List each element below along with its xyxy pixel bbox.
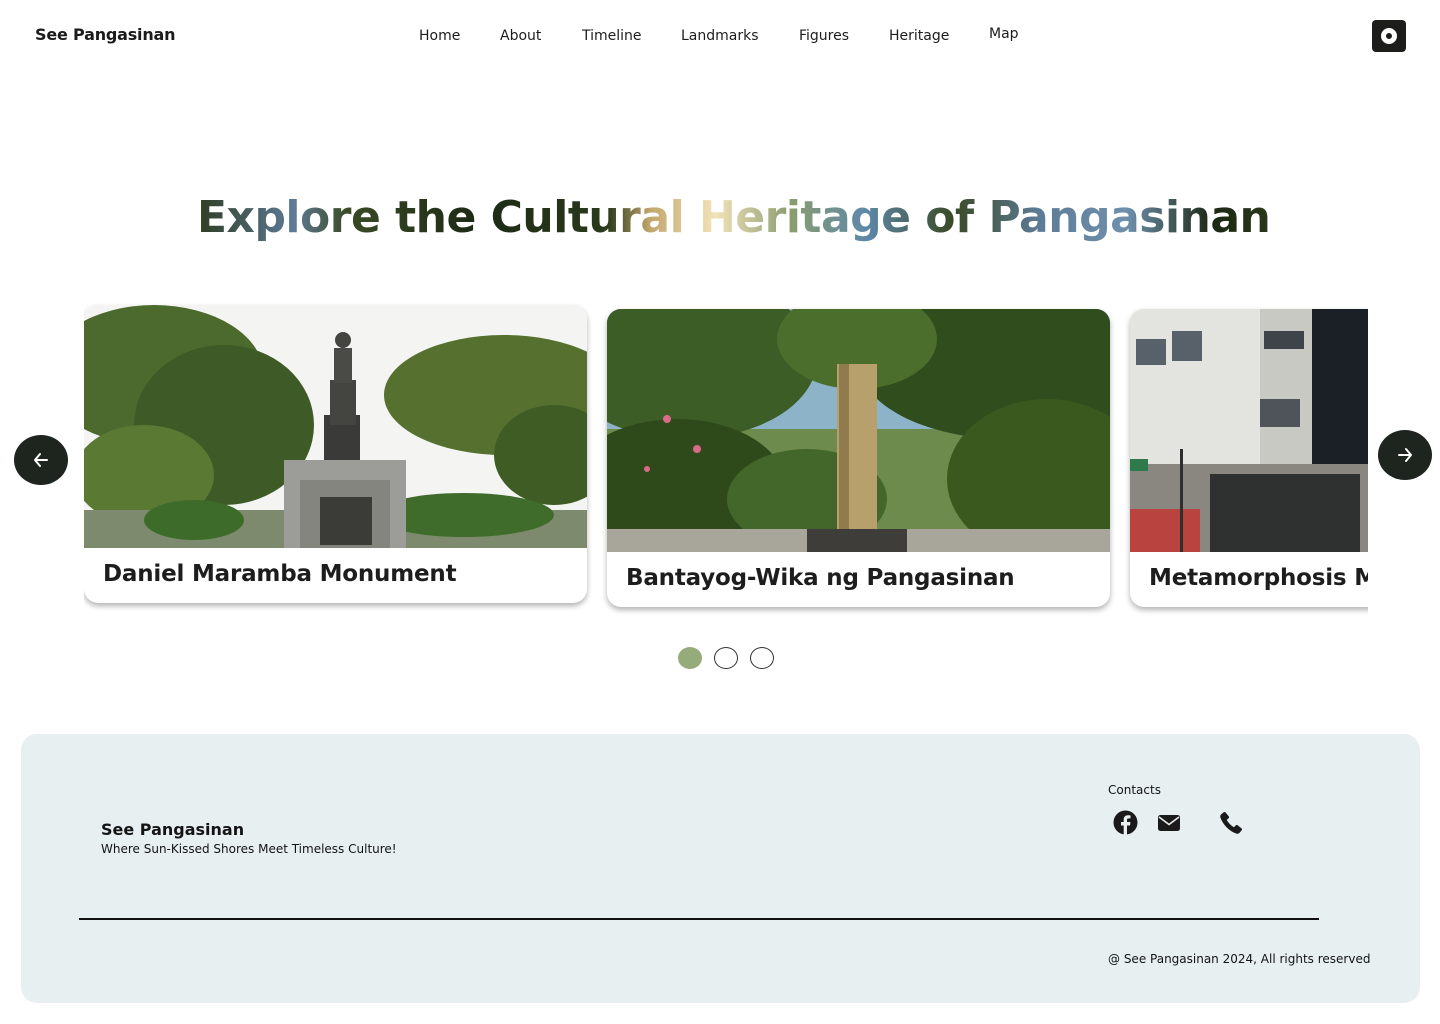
footer-brand: See Pangasinan bbox=[101, 820, 245, 839]
contacts-heading: Contacts bbox=[1108, 783, 1161, 797]
toggle-icon bbox=[1381, 28, 1397, 44]
landmark-card-title: Metamorphosis M bbox=[1149, 565, 1368, 591]
landmark-card-title: Daniel Maramba Monument bbox=[103, 561, 457, 587]
carousel-dot[interactable] bbox=[714, 647, 738, 669]
landmark-card[interactable]: Daniel Maramba Monument bbox=[84, 305, 587, 603]
footer-divider bbox=[79, 918, 1319, 920]
nav-heritage-link[interactable]: Heritage bbox=[889, 28, 949, 44]
phone-icon[interactable] bbox=[1219, 811, 1243, 839]
facebook-icon[interactable] bbox=[1113, 810, 1138, 839]
landmark-card[interactable]: Metamorphosis M bbox=[1130, 309, 1368, 607]
nav-home-link[interactable]: Home bbox=[419, 28, 460, 44]
landmark-carousel: Daniel Maramba Monument Bantayog-Wika ng… bbox=[84, 300, 1368, 620]
main-nav: Home About Timeline Landmarks Figures He… bbox=[0, 26, 1440, 48]
nav-landmarks-link[interactable]: Landmarks bbox=[681, 28, 759, 44]
carousel-prev-button[interactable] bbox=[14, 435, 68, 485]
arrow-left-icon bbox=[34, 453, 48, 467]
landmark-photo bbox=[607, 309, 1110, 552]
landmark-card-title: Bantayog-Wika ng Pangasinan bbox=[626, 565, 1015, 591]
hero-title: Explore the Cultural Heritage of Pangasi… bbox=[197, 188, 1277, 256]
arrow-right-icon bbox=[1398, 448, 1412, 462]
footer-tagline: Where Sun-Kissed Shores Meet Timeless Cu… bbox=[101, 842, 397, 856]
landmark-card[interactable]: Bantayog-Wika ng Pangasinan bbox=[607, 309, 1110, 607]
nav-timeline-link[interactable]: Timeline bbox=[582, 28, 642, 44]
landmark-photo bbox=[84, 305, 587, 548]
nav-about-link[interactable]: About bbox=[500, 28, 541, 44]
nav-figures-link[interactable]: Figures bbox=[799, 28, 849, 44]
carousel-dot[interactable] bbox=[750, 647, 774, 669]
landmark-photo bbox=[1130, 309, 1368, 552]
theme-toggle-button[interactable] bbox=[1372, 20, 1406, 52]
mail-icon[interactable] bbox=[1157, 813, 1181, 837]
site-footer: See Pangasinan Where Sun-Kissed Shores M… bbox=[21, 734, 1420, 1003]
carousel-dot[interactable] bbox=[678, 647, 702, 669]
nav-map-link[interactable]: Map bbox=[989, 26, 1019, 42]
copyright-text: @ See Pangasinan 2024, All rights reserv… bbox=[1108, 952, 1371, 966]
carousel-next-button[interactable] bbox=[1378, 430, 1432, 480]
